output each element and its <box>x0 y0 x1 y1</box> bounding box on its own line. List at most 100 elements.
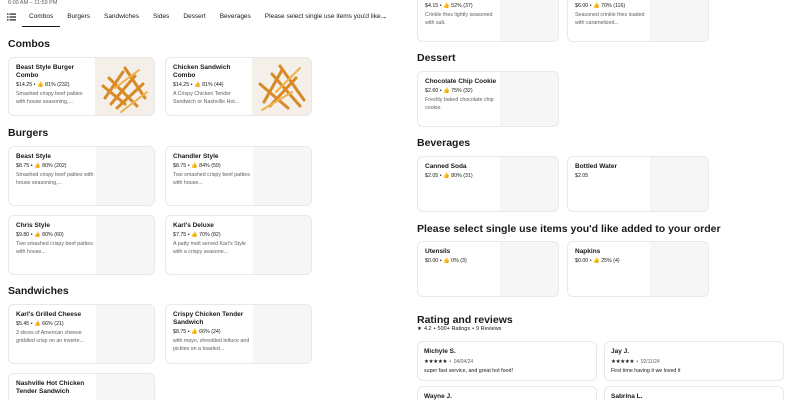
item-image-placeholder <box>253 216 311 274</box>
section-title-combos: Combos <box>8 38 50 50</box>
item-image-placeholder <box>500 72 558 126</box>
item-price-rating: $2.60 • 👍 75% (32) <box>425 87 473 94</box>
item-card-crispy-chicken[interactable]: Crispy Chicken Tender Sandwich $8.75 • 👍… <box>165 304 312 364</box>
item-price-rating: $4.15 • 👍 52% (37) <box>425 2 473 9</box>
store-hours: 6:00 AM – 11:59 PM <box>8 0 58 6</box>
review-card[interactable]: Sabrina L. <box>604 386 784 400</box>
item-card-karls-deluxe[interactable]: Karl's Deluxe $7.75 • 👍 70% (82) A patty… <box>165 215 312 275</box>
item-card-chandler-style[interactable]: Chandler Style $8.75 • 👍 84% (59) Two sm… <box>165 146 312 206</box>
item-price: $2.05 <box>575 172 589 179</box>
arrow-right-icon[interactable]: → <box>377 10 390 23</box>
review-date: 02/11/24 <box>640 359 660 365</box>
item-image-placeholder <box>650 157 708 211</box>
item-description: A Crispy Chicken Tender Sandwich or Nash… <box>173 90 240 106</box>
item-name: Karl's Deluxe <box>173 222 214 229</box>
list-icon[interactable] <box>0 7 22 27</box>
item-price-rating: $0.00 • 👍 25% (4) <box>575 257 620 264</box>
category-nav: Combos Burgers Sandwiches Sides Dessert … <box>0 7 392 27</box>
item-card-napkins[interactable]: Napkins $0.00 • 👍 25% (4) <box>567 241 709 297</box>
arrow-left-icon[interactable]: ← <box>360 10 373 23</box>
tab-beverages[interactable]: Beverages <box>213 7 258 27</box>
review-stars: ★★★★★ <box>611 359 635 365</box>
rating-summary: ★ 4.2 • 500+ Ratings • 9 Reviews <box>417 326 502 332</box>
item-image-placeholder <box>650 242 708 296</box>
item-price-rating: $8.75 • 👍 80% (202) <box>16 162 67 169</box>
item-price-rating: $5.45 • 👍 66% (21) <box>16 320 64 327</box>
review-card[interactable]: Jay J. ★★★★★ • 02/11/24 First time havin… <box>604 341 784 381</box>
item-name: Nashville Hot Chicken Tender Sandwich <box>16 380 85 395</box>
item-name: Chandler Style <box>173 153 219 160</box>
item-name: Karl's Grilled Cheese <box>16 311 82 318</box>
item-description: with mayo, shredded lettuce and pickles … <box>173 337 250 353</box>
reviewer-name: Wayne J. <box>424 393 452 400</box>
item-name: Utensils <box>425 248 451 255</box>
item-image-placeholder <box>500 0 558 41</box>
item-card-nashville-hot[interactable]: Nashville Hot Chicken Tender Sandwich <box>8 373 155 400</box>
item-description: Two smashed crispy beef patties with hou… <box>173 171 250 187</box>
item-name: Chris Style <box>16 222 50 229</box>
reviewer-name: Sabrina L. <box>611 393 643 400</box>
review-card[interactable]: Michyle S. ★★★★★ • 04/04/24 super fast s… <box>417 341 597 381</box>
item-image-placeholder <box>96 147 154 205</box>
item-image-placeholder <box>500 157 558 211</box>
item-card-utensils[interactable]: Utensils $0.00 • 👍 0% (3) <box>417 241 559 297</box>
item-image-placeholder <box>96 374 154 400</box>
item-image-placeholder <box>96 216 154 274</box>
section-title-burgers: Burgers <box>8 127 49 139</box>
item-name: Beast Style Burger Combo <box>16 64 75 79</box>
item-card-loaded-fries[interactable]: $6.00 • 👍 70% (116) Seasoned crinkle fri… <box>567 0 709 42</box>
section-title-sandwiches: Sandwiches <box>8 285 69 297</box>
section-title-reviews: Rating and reviews <box>417 314 513 326</box>
item-card-bottled-water[interactable]: Bottled Water $2.05 <box>567 156 709 212</box>
tab-combos[interactable]: Combos <box>22 7 61 27</box>
star-icon: ★ <box>417 326 422 332</box>
item-description: 3 slices of American cheese griddled cri… <box>16 329 85 345</box>
review-stars: ★★★★★ <box>424 359 448 365</box>
item-card-karls-grilled-cheese[interactable]: Karl's Grilled Cheese $5.45 • 👍 66% (21)… <box>8 304 155 364</box>
reviews-count: 9 Reviews <box>476 326 502 332</box>
item-card-crinkle-fries[interactable]: $4.15 • 👍 52% (37) Crinkle fries lightly… <box>417 0 559 42</box>
item-price-rating: $7.75 • 👍 70% (82) <box>173 231 221 238</box>
tab-dessert[interactable]: Dessert <box>176 7 212 27</box>
review-text: super fast service, and great hot food! <box>424 368 513 374</box>
item-name: Canned Soda <box>425 163 467 170</box>
section-title-single-use: Please select single use items you'd lik… <box>417 223 721 235</box>
item-image-placeholder <box>650 0 708 41</box>
fries-image <box>252 58 311 115</box>
item-card-cookie[interactable]: Chocolate Chip Cookie $2.60 • 👍 75% (32)… <box>417 71 559 127</box>
item-name: Chicken Sandwich Combo <box>173 64 231 79</box>
item-price-rating: $6.00 • 👍 70% (116) <box>575 2 626 9</box>
item-name: Napkins <box>575 248 601 255</box>
item-description: Two smashed crispy beef patties with hou… <box>16 240 93 256</box>
review-text: First time having it we loved it <box>611 368 681 374</box>
fries-image <box>95 58 154 115</box>
review-card[interactable]: Wayne J. <box>417 386 597 400</box>
item-card-chicken-combo[interactable]: Chicken Sandwich Combo $14.25 • 👍 81% (4… <box>165 57 312 116</box>
item-price-rating: $9.80 • 👍 80% (60) <box>16 231 64 238</box>
tab-burgers[interactable]: Burgers <box>60 7 97 27</box>
item-image-placeholder <box>253 305 311 363</box>
item-name: Beast Style <box>16 153 52 160</box>
item-image-placeholder <box>500 242 558 296</box>
item-card-canned-soda[interactable]: Canned Soda $2.05 • 👍 80% (31) <box>417 156 559 212</box>
item-price-rating: $0.00 • 👍 0% (3) <box>425 257 467 264</box>
item-name: Bottled Water <box>575 163 618 170</box>
item-card-chris-style[interactable]: Chris Style $9.80 • 👍 80% (60) Two smash… <box>8 215 155 275</box>
item-description: Crinkle fries lightly seasoned with salt… <box>425 11 493 27</box>
section-title-beverages: Beverages <box>417 137 471 149</box>
item-description: Smashed crispy beef patties with house s… <box>16 171 94 187</box>
item-description: Smashed crispy beef patties with house s… <box>16 90 83 106</box>
tab-sides[interactable]: Sides <box>146 7 176 27</box>
section-title-dessert: Dessert <box>417 52 456 64</box>
item-price-rating: $8.75 • 👍 66% (24) <box>173 328 221 335</box>
ratings-count: 500+ Ratings <box>437 326 471 332</box>
item-price-rating: $14.25 • 👍 81% (44) <box>173 81 224 88</box>
item-description: Freshly baked chocolate chip cookie. <box>425 96 494 112</box>
item-price-rating: $8.75 • 👍 84% (59) <box>173 162 221 169</box>
item-card-beast-combo[interactable]: Beast Style Burger Combo $14.25 • 👍 81% … <box>8 57 155 116</box>
reviewer-name: Jay J. <box>611 348 630 355</box>
rating-value: 4.2 <box>423 326 432 332</box>
reviewer-name: Michyle S. <box>424 348 456 355</box>
item-card-beast-style[interactable]: Beast Style $8.75 • 👍 80% (202) Smashed … <box>8 146 155 206</box>
tab-sandwiches[interactable]: Sandwiches <box>97 7 146 27</box>
